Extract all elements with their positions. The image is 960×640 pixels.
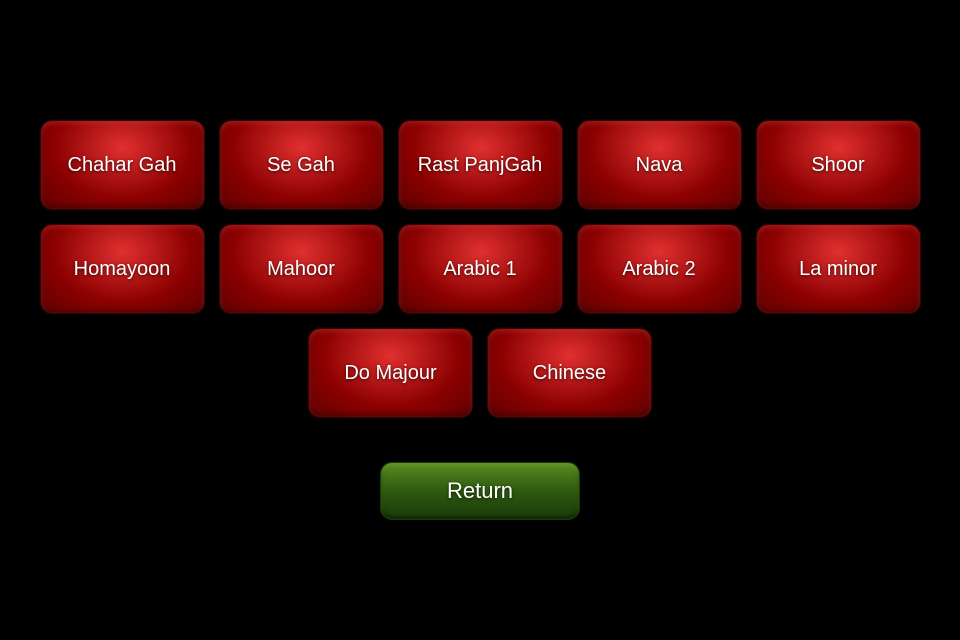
scale-btn-chahar-gah[interactable]: Chahar Gah	[40, 120, 205, 210]
scale-button-grid: Chahar GahSe GahRast PanjGahNavaShoor Ho…	[40, 120, 921, 520]
scale-btn-arabic-1[interactable]: Arabic 1	[398, 224, 563, 314]
scale-btn-la-minor[interactable]: La minor	[756, 224, 921, 314]
scale-btn-do-majour[interactable]: Do Majour	[308, 328, 473, 418]
scale-row-2: HomayoonMahoorArabic 1Arabic 2La minor	[40, 224, 921, 314]
scale-btn-chinese[interactable]: Chinese	[487, 328, 652, 418]
scale-btn-homayoon[interactable]: Homayoon	[40, 224, 205, 314]
scale-btn-rast-panjgah[interactable]: Rast PanjGah	[398, 120, 563, 210]
return-button[interactable]: Return	[380, 462, 580, 520]
scale-row-1: Chahar GahSe GahRast PanjGahNavaShoor	[40, 120, 921, 210]
scale-btn-shoor[interactable]: Shoor	[756, 120, 921, 210]
scale-btn-mahoor[interactable]: Mahoor	[219, 224, 384, 314]
scale-btn-se-gah[interactable]: Se Gah	[219, 120, 384, 210]
scale-btn-nava[interactable]: Nava	[577, 120, 742, 210]
scale-row-3: Do MajourChinese	[308, 328, 652, 418]
scale-btn-arabic-2[interactable]: Arabic 2	[577, 224, 742, 314]
